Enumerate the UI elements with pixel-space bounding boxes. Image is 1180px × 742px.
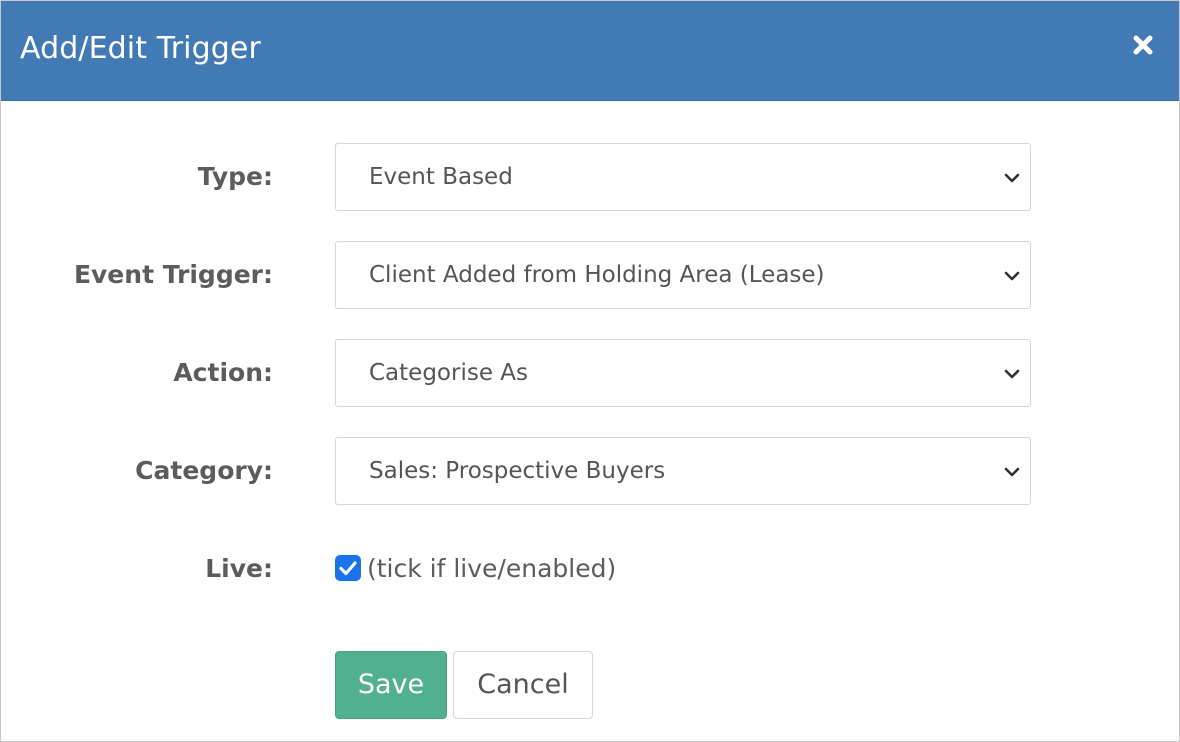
action-select[interactable]: Categorise As — [335, 339, 1031, 407]
event-trigger-select[interactable]: Client Added from Holding Area (Lease) — [335, 241, 1031, 309]
cancel-button[interactable]: Cancel — [453, 651, 593, 719]
event-trigger-label: Event Trigger: — [73, 260, 273, 289]
category-row: Category: Sales: Prospective Buyers — [1, 437, 1179, 505]
category-select[interactable]: Sales: Prospective Buyers — [335, 437, 1031, 505]
chevron-down-icon — [1002, 266, 1022, 286]
type-select[interactable]: Event Based — [335, 143, 1031, 211]
live-label: Live: — [205, 554, 273, 583]
live-hint-text: (tick if live/enabled) — [367, 554, 617, 583]
chevron-down-icon — [1002, 364, 1022, 384]
type-row: Type: Event Based — [1, 143, 1179, 211]
category-select-value: Sales: Prospective Buyers — [369, 458, 666, 484]
action-select-value: Categorise As — [369, 360, 529, 386]
live-checkbox[interactable] — [335, 555, 361, 581]
dialog-title: Add/Edit Trigger — [20, 31, 261, 66]
type-select-value: Event Based — [369, 164, 513, 190]
action-row: Action: Categorise As — [1, 339, 1179, 407]
type-label: Type: — [197, 162, 273, 191]
dialog-header: Add/Edit Trigger — [1, 1, 1179, 101]
close-icon — [1133, 35, 1153, 55]
action-label: Action: — [173, 358, 273, 387]
chevron-down-icon — [1002, 462, 1022, 482]
category-label: Category: — [135, 456, 273, 485]
add-edit-trigger-dialog: Add/Edit Trigger Type: Event Based Event… — [0, 0, 1180, 742]
save-button[interactable]: Save — [335, 651, 447, 719]
event-trigger-row: Event Trigger: Client Added from Holding… — [1, 241, 1179, 309]
checkmark-icon — [339, 561, 357, 576]
chevron-down-icon — [1002, 168, 1022, 188]
live-row: Live: (tick if live/enabled) — [1, 535, 1179, 603]
event-trigger-select-value: Client Added from Holding Area (Lease) — [369, 262, 825, 288]
close-button[interactable] — [1125, 27, 1161, 63]
